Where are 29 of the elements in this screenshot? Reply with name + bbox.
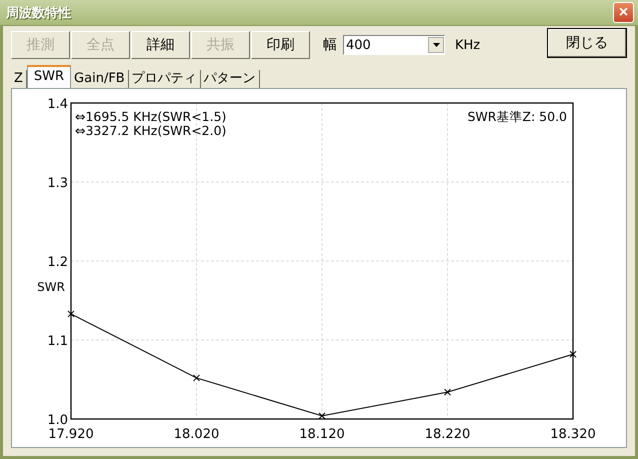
data-point-marker (318, 412, 326, 420)
unit-label: KHz (455, 38, 480, 52)
width-label: 幅 (323, 36, 337, 54)
reference-note: SWR基準Z: 50.0 (467, 109, 567, 124)
y-tick-label: 1.4 (47, 97, 68, 112)
tab[interactable]: SWR (26, 65, 72, 88)
x-tick-label: 18.120 (299, 427, 345, 442)
x-tick-label: 17.920 (48, 427, 94, 442)
x-tick-label: 18.220 (424, 427, 470, 442)
y-tick-label: 1.2 (47, 255, 68, 270)
close-button[interactable]: 閉じる (547, 28, 627, 58)
toolbar-button[interactable]: 詳細 (131, 31, 190, 59)
window-title: 周波数特性 (6, 4, 71, 22)
x-tick-label: 18.320 (550, 427, 596, 442)
axis-label: SWR (37, 280, 65, 294)
y-tick-label: 1.0 (47, 413, 68, 428)
tab[interactable]: プロパティ (128, 70, 201, 88)
data-point-marker (444, 388, 451, 396)
data-point-marker (68, 310, 74, 318)
width-dropdown[interactable]: 400 (343, 35, 445, 55)
bandwidth-note: ⇔1695.5 KHz(SWR<1.5) (75, 109, 226, 124)
data-point-marker (193, 374, 200, 382)
data-point-marker (570, 350, 576, 358)
y-tick-label: 1.3 (47, 176, 68, 191)
x-tick-label: 18.020 (174, 427, 220, 442)
y-tick-label: 1.1 (47, 334, 68, 349)
toolbar-button[interactable]: 印刷 (251, 31, 310, 59)
tab[interactable]: パターン (200, 70, 260, 88)
bandwidth-note: ⇔3327.2 KHz(SWR<2.0) (75, 123, 226, 138)
